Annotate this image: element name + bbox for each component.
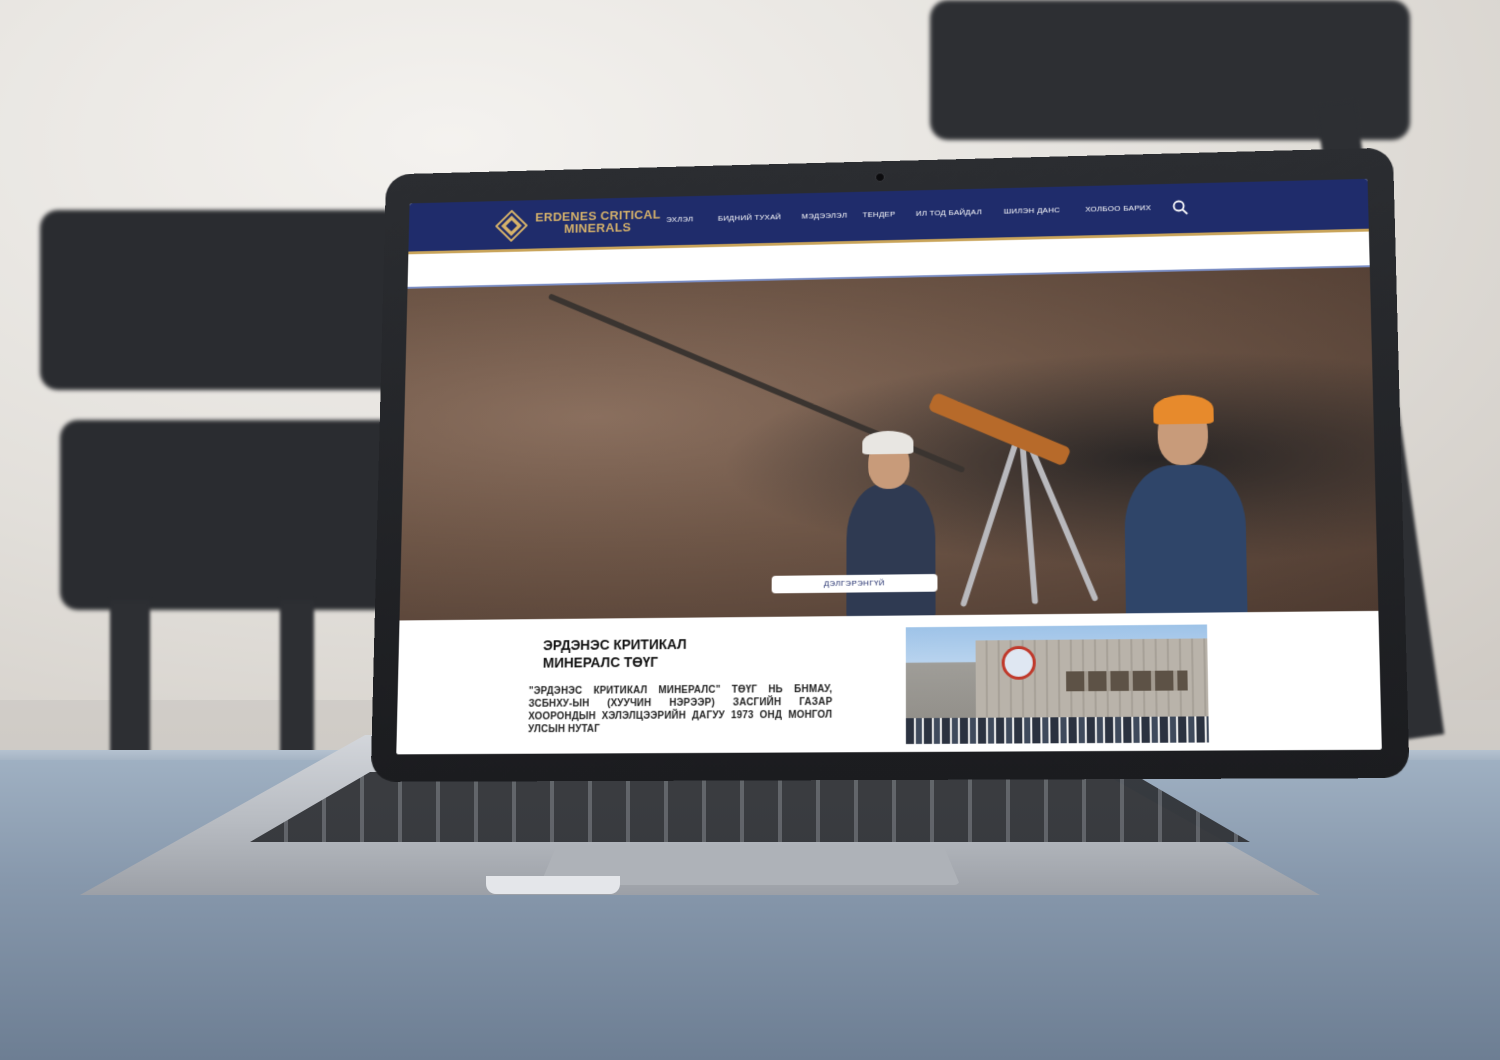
laptop-lid: ERDENES CRITICAL MINERALS ЭХЛЭЛ БИДНИЙ Т… [370,147,1410,782]
nav-item-contact[interactable]: ХОЛБОО БАРИХ [1085,203,1151,213]
laptop-keyboard [250,772,1250,842]
nav-item-news[interactable]: МЭДЭЭЛЭЛ [802,211,848,221]
brand-name[interactable]: ERDENES CRITICAL MINERALS [535,207,661,236]
hero-worker [846,483,936,621]
nav-item-tender[interactable]: ТЕНДЕР [863,210,896,219]
laptop-notch [486,876,620,894]
hero-worker-helmet [1153,394,1214,425]
nav-item-home[interactable]: ЭХЛЭЛ [666,215,693,224]
about-photo[interactable] [905,624,1209,745]
webcam-icon [875,172,885,183]
photo-group [905,716,1209,745]
emblem-icon [1001,645,1036,680]
about-section: ЭРДЭНЭС КРИТИКАЛ МИНЕРАЛС ТӨҮГ "ЭРДЭНЭС … [396,610,1382,755]
nav-item-transparency[interactable]: ИЛ ТОД БАЙДАЛ [916,208,982,218]
nav-item-about[interactable]: БИДНИЙ ТУХАЙ [718,213,781,223]
laptop-screen: ERDENES CRITICAL MINERALS ЭХЛЭЛ БИДНИЙ Т… [396,178,1382,755]
hero-more-button[interactable]: ДЭЛГЭРЭНГҮЙ [771,573,938,594]
about-title: ЭРДЭНЭС КРИТИКАЛ МИНЕРАЛС ТӨҮГ [543,634,778,671]
hero-banner: ДЭЛГЭРЭНГҮЙ [399,267,1379,621]
hero-worker-helmet [862,430,914,455]
photo-windows [1066,670,1188,692]
about-paragraph: "ЭРДЭНЭС КРИТИКАЛ МИНЕРАЛС" ТӨҮГ НЬ БНМА… [528,684,833,736]
hero-tripod-leg [959,437,1020,608]
hero-drill-body [927,391,1072,467]
hero-worker [1124,464,1248,621]
about-title-line-1: ЭРДЭНЭС КРИТИКАЛ [542,636,687,654]
logo-icon[interactable] [495,210,528,242]
nav-item-glass-account[interactable]: ШИЛЭН ДАНС [1004,206,1060,216]
search-icon[interactable] [1172,200,1188,216]
about-title-line-2: МИНЕРАЛС ТӨҮГ [542,654,659,671]
